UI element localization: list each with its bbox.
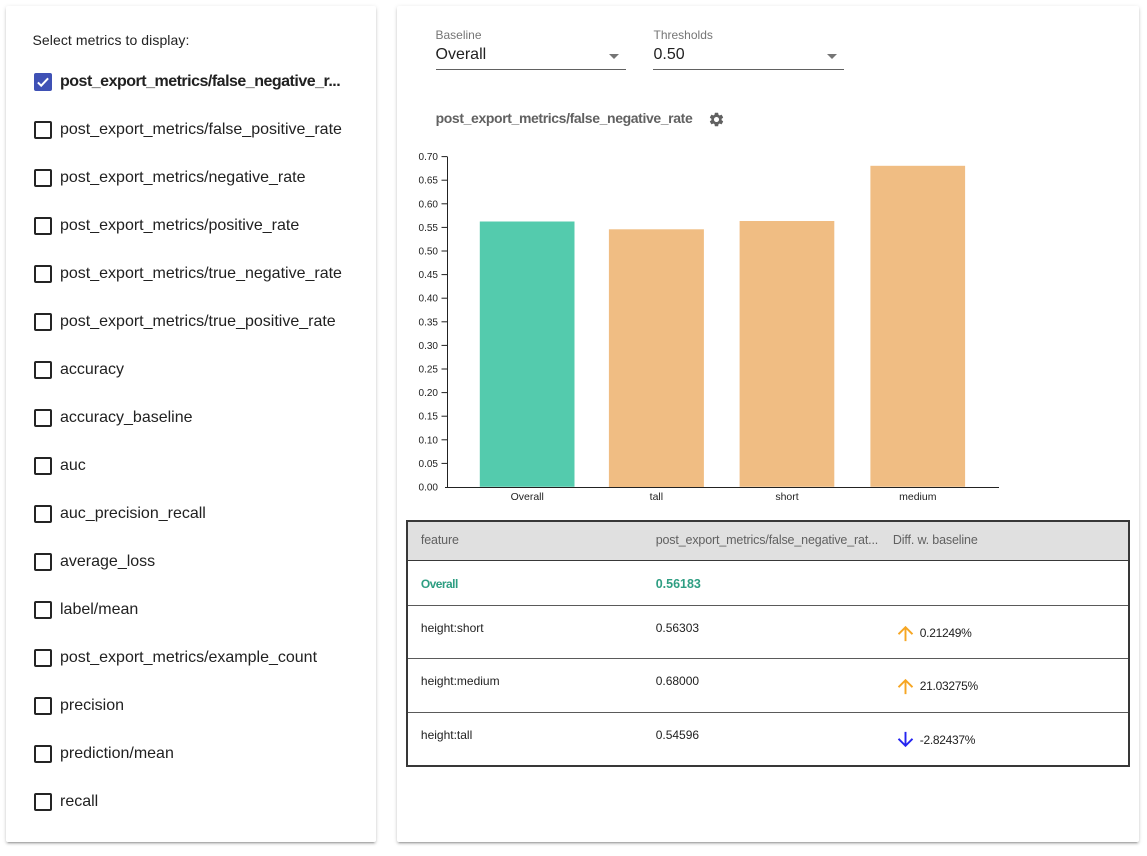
- svg-text:0.30: 0.30: [419, 341, 439, 352]
- svg-text:0.25: 0.25: [419, 365, 439, 376]
- svg-text:0.60: 0.60: [419, 199, 439, 210]
- svg-text:Overall: Overall: [511, 491, 544, 503]
- svg-text:0.10: 0.10: [419, 435, 439, 446]
- svg-text:tall: tall: [650, 491, 663, 503]
- svg-text:0.70: 0.70: [419, 152, 439, 163]
- svg-text:0.40: 0.40: [419, 294, 439, 305]
- svg-text:0.65: 0.65: [419, 176, 439, 187]
- svg-text:0.35: 0.35: [419, 317, 439, 328]
- svg-text:0.15: 0.15: [419, 412, 439, 423]
- svg-text:0.45: 0.45: [419, 270, 439, 281]
- svg-text:0.05: 0.05: [419, 459, 439, 470]
- svg-text:medium: medium: [899, 491, 937, 503]
- svg-text:short: short: [775, 491, 798, 503]
- svg-text:0.20: 0.20: [419, 388, 439, 399]
- svg-text:0.00: 0.00: [419, 483, 439, 494]
- svg-text:0.50: 0.50: [419, 247, 439, 258]
- svg-text:0.55: 0.55: [419, 223, 439, 234]
